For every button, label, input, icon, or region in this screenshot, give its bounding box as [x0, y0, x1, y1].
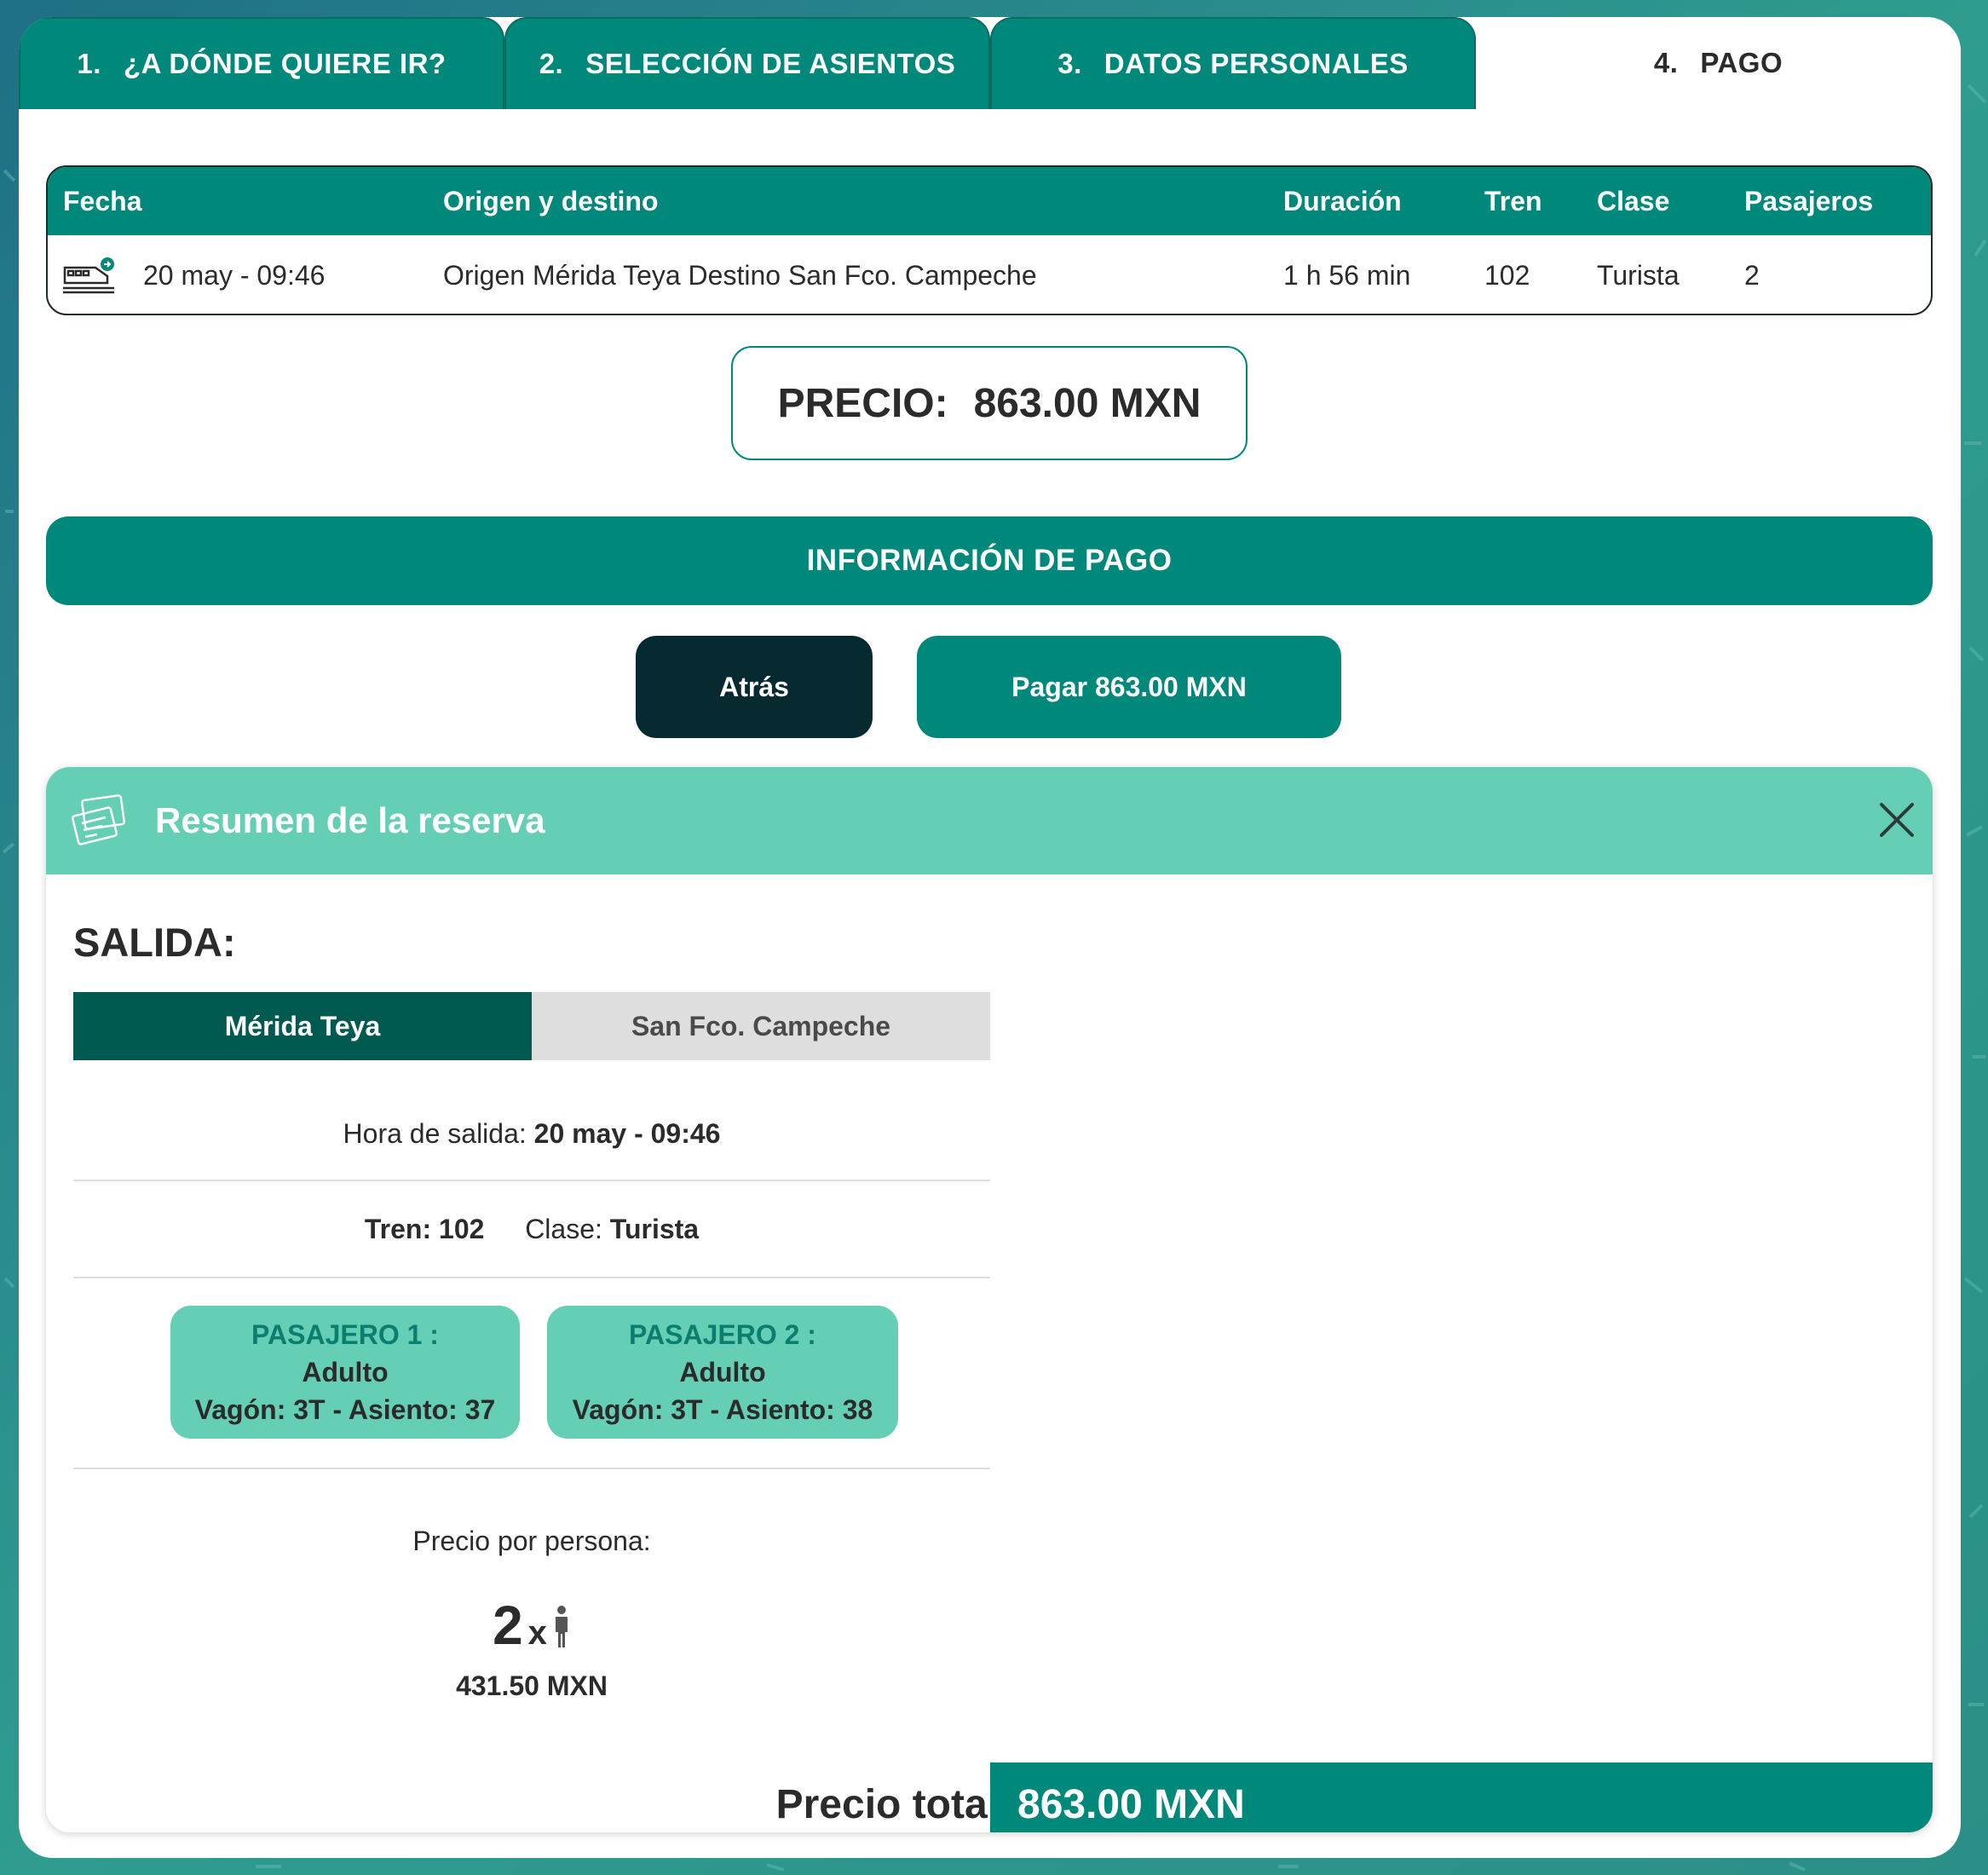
trip-tren: 102 [1484, 260, 1530, 291]
passenger-type: Adulto [302, 1357, 389, 1388]
trip-duracion: 1 h 56 min [1283, 260, 1411, 291]
header-pasajeros: Pasajeros [1744, 186, 1874, 216]
departure-time-value: 20 may - 09:46 [533, 1118, 721, 1149]
route-destination-tab[interactable]: San Fco. Campeche [532, 992, 990, 1060]
trip-table: Fecha Origen y destino Duración Tren Cla… [46, 165, 1933, 315]
divider [73, 1468, 990, 1469]
passenger-title: PASAJERO 1 : [251, 1319, 439, 1350]
price-box: PRECIO: 863.00 MXN [731, 346, 1248, 460]
header-clase: Clase [1597, 186, 1670, 216]
tab-number: 2. [539, 48, 564, 79]
passenger-card: PASAJERO 2 : Adulto Vagón: 3T - Asiento:… [547, 1306, 898, 1439]
passenger-seat: Vagón: 3T - Asiento: 38 [572, 1394, 873, 1425]
divider [73, 1180, 990, 1181]
departure-time-label: Hora de salida: [343, 1118, 527, 1149]
summary-header: Resumen de la reserva [46, 767, 1933, 874]
tab-number: 1. [77, 48, 101, 79]
header-duracion: Duración [1283, 186, 1402, 216]
train-number: Tren: 102 [364, 1214, 485, 1244]
booking-summary: Resumen de la reserva SALIDA: Mérida Tey… [46, 767, 1933, 1832]
route-origin-tab[interactable]: Mérida Teya [73, 992, 532, 1060]
trip-origen-destino: Origen Mérida Teya Destino San Fco. Camp… [443, 260, 1037, 291]
ticket-icon [72, 794, 126, 845]
departure-time-row: Hora de salida: 20 may - 09:46 [73, 1118, 990, 1150]
trip-table-header: Fecha Origen y destino Duración Tren Cla… [48, 167, 1931, 235]
tab-label: DATOS PERSONALES [1103, 48, 1409, 79]
tab-number: 3. [1057, 48, 1082, 79]
tab-label: SELECCIÓN DE ASIENTOS [585, 48, 956, 79]
person-icon [555, 1606, 568, 1647]
price-value: 863.00 MXN [973, 380, 1201, 426]
tab-label: PAGO [1700, 47, 1783, 78]
passenger-title: PASAJERO 2 : [629, 1319, 816, 1350]
train-class-row: Tren: 102 Clase: Turista [73, 1214, 990, 1245]
passenger-quantity: 2x [73, 1594, 990, 1657]
header-tren: Tren [1484, 186, 1542, 216]
class-value: Turista [609, 1214, 700, 1244]
tab-number: 4. [1653, 47, 1679, 78]
passenger-card: PASAJERO 1 : Adulto Vagón: 3T - Asiento:… [170, 1306, 520, 1439]
close-icon[interactable] [1878, 801, 1916, 839]
quantity-multiplier: x [527, 1614, 547, 1652]
trip-clase: Turista [1597, 260, 1680, 291]
pay-button[interactable]: Pagar 863.00 MXN [917, 636, 1341, 738]
back-button[interactable]: Atrás [636, 636, 873, 738]
per-person-price: 431.50 MXN [456, 1670, 608, 1701]
train-icon [63, 257, 114, 294]
header-fecha: Fecha [63, 186, 142, 216]
quantity-number: 2 [493, 1595, 523, 1656]
tab-destination[interactable]: 1. ¿A DÓNDE QUIERE IR? [19, 17, 504, 109]
passenger-type: Adulto [679, 1357, 766, 1388]
summary-title: Resumen de la reserva [155, 800, 545, 840]
step-tabs: 1. ¿A DÓNDE QUIERE IR? 2. SELECCIÓN DE A… [19, 17, 1961, 109]
booking-card: 1. ¿A DÓNDE QUIERE IR? 2. SELECCIÓN DE A… [19, 17, 1961, 1858]
tab-personal-data[interactable]: 3. DATOS PERSONALES [990, 17, 1476, 109]
class-label: Clase: [525, 1214, 602, 1244]
price-per-person-label: Precio por persona: [412, 1526, 651, 1556]
tab-payment[interactable]: 4. PAGO [1476, 17, 1961, 109]
tab-label: ¿A DÓNDE QUIERE IR? [123, 48, 447, 79]
total-price-label: Precio total: [775, 1782, 1012, 1827]
departure-heading: SALIDA: [73, 920, 236, 965]
price-label: PRECIO: [777, 380, 948, 426]
divider [73, 1277, 990, 1278]
payment-info-bar[interactable]: INFORMACIÓN DE PAGO [46, 516, 1933, 605]
tab-seat-selection[interactable]: 2. SELECCIÓN DE ASIENTOS [504, 17, 990, 109]
trip-pasajeros: 2 [1744, 260, 1760, 291]
passenger-seat: Vagón: 3T - Asiento: 37 [194, 1394, 496, 1425]
header-origen-destino: Origen y destino [443, 186, 659, 216]
total-price-value: 863.00 MXN [990, 1762, 1933, 1832]
trip-fecha: 20 may - 09:46 [143, 260, 326, 291]
